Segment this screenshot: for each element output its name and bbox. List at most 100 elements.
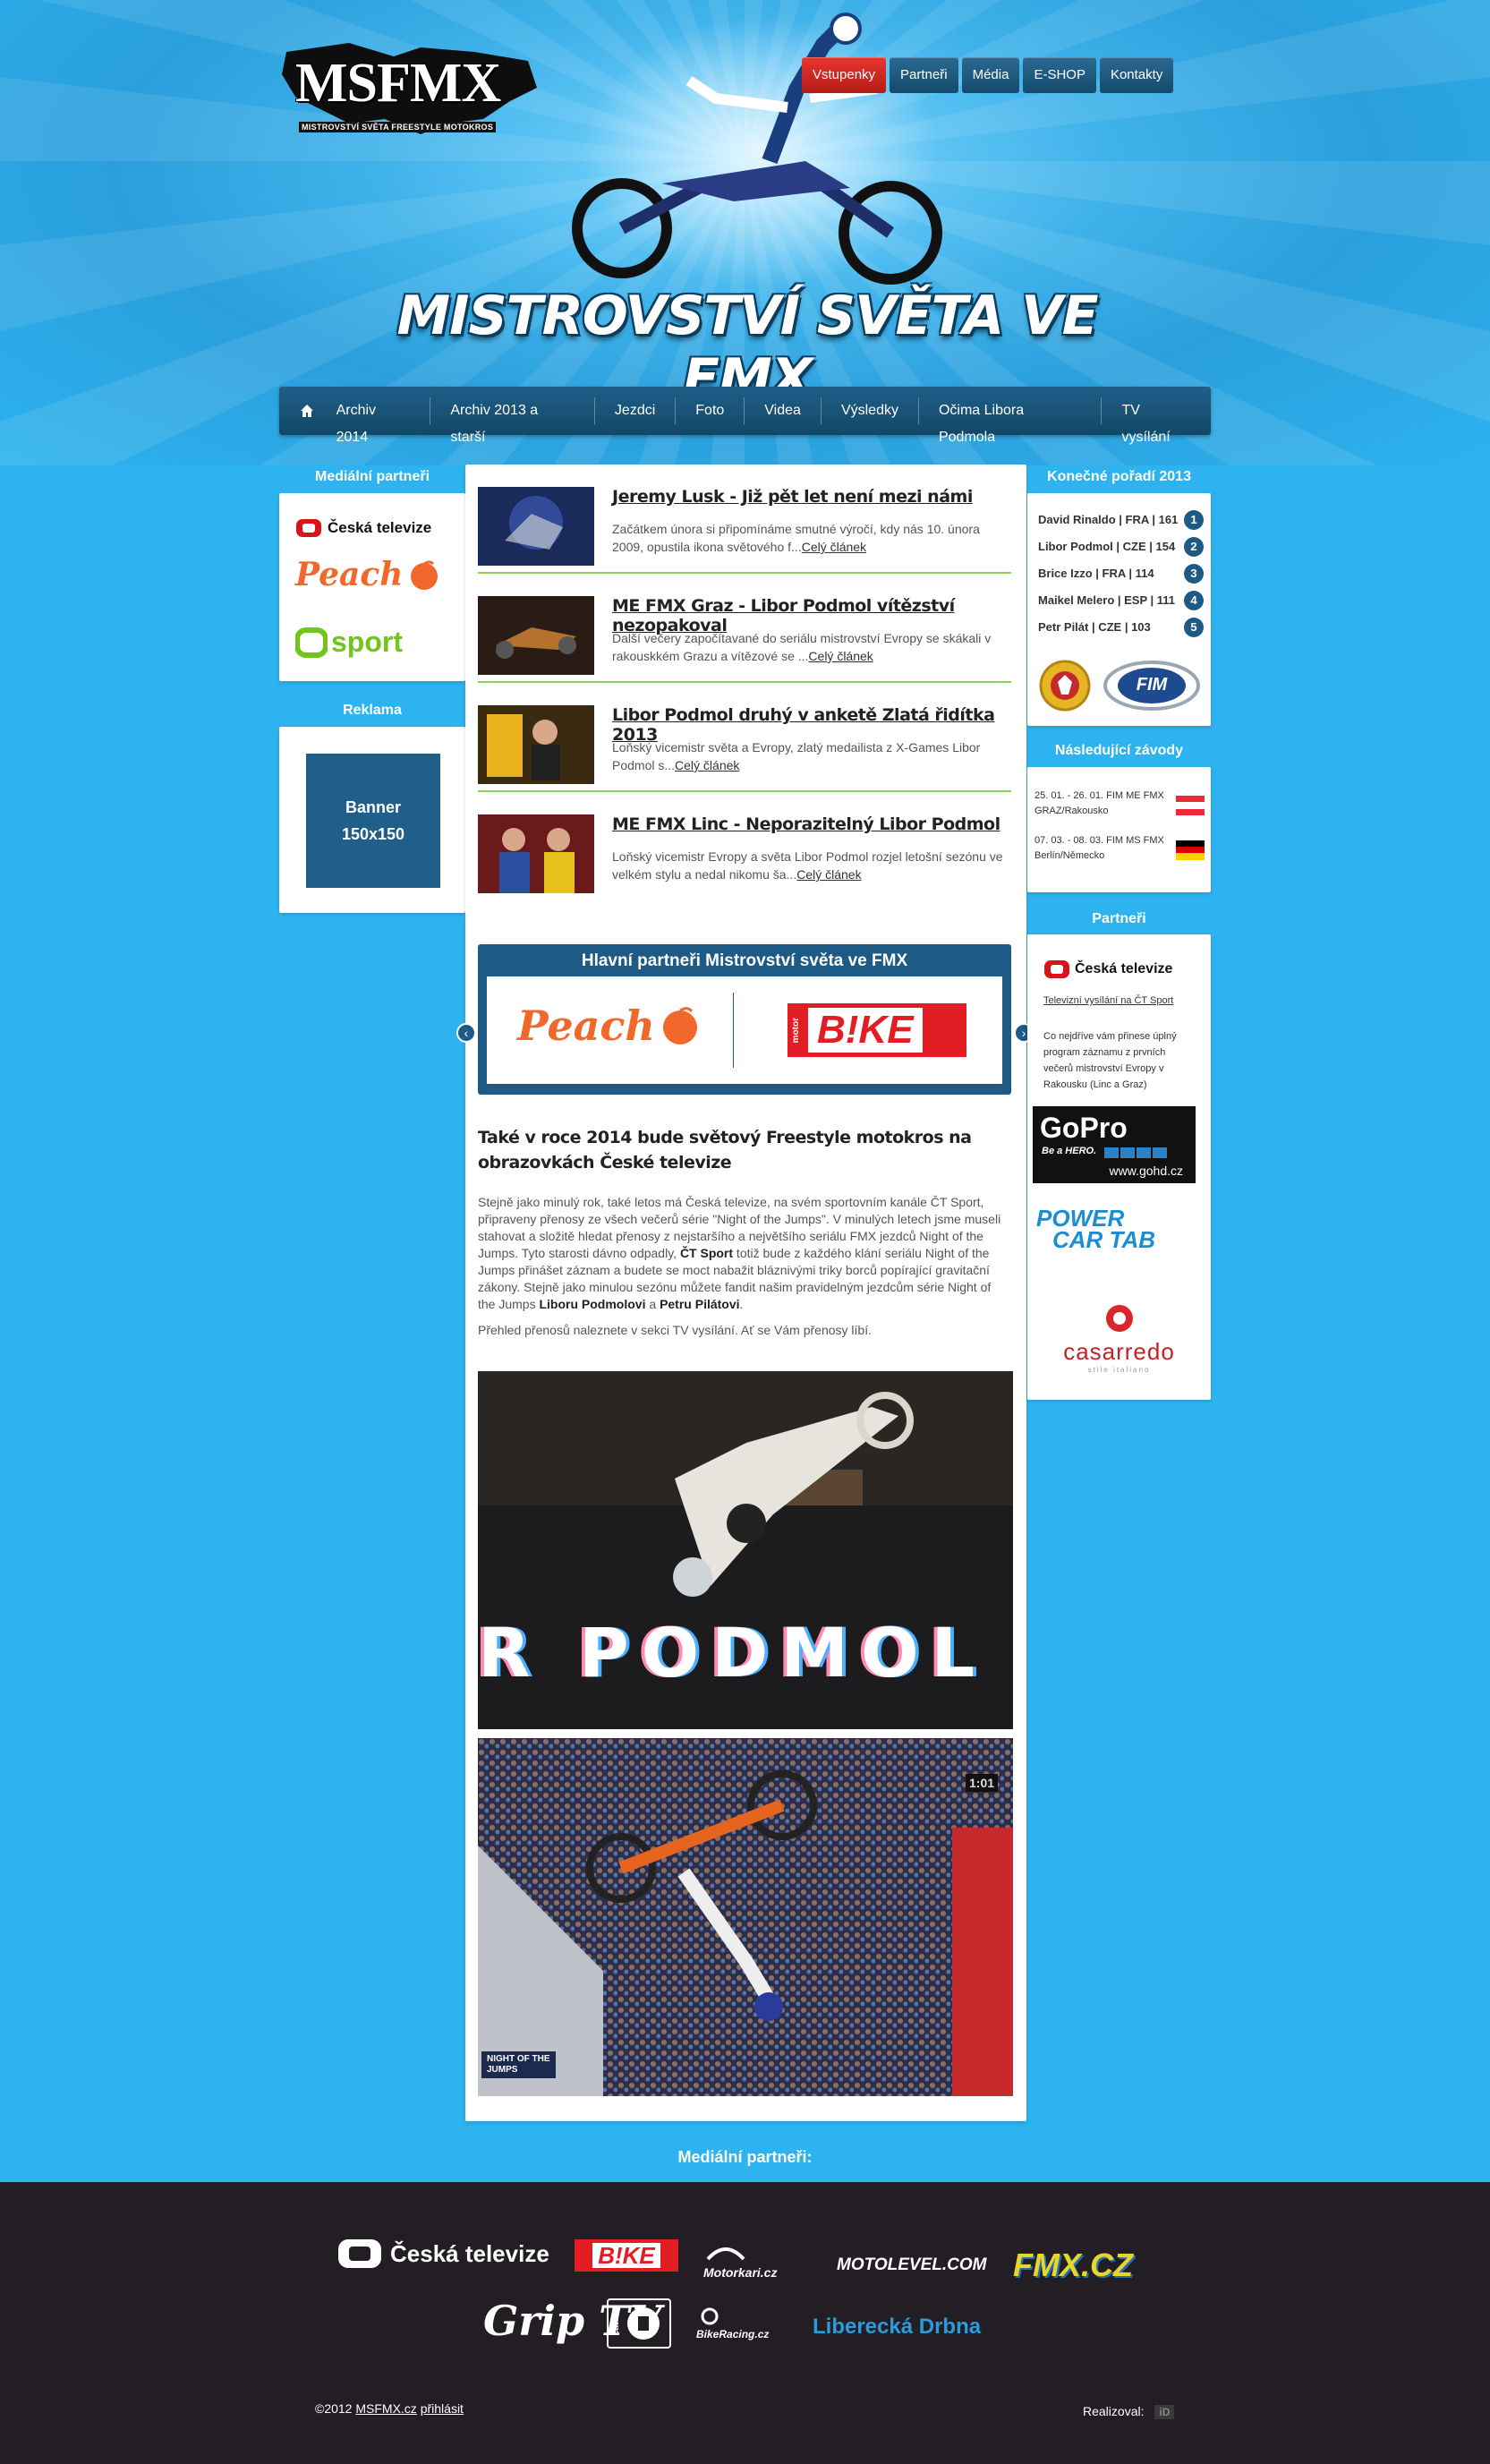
partners-panel: Česká televize Televizní vysílání na ČT … bbox=[1027, 934, 1211, 1400]
main-content: Jeremy Lusk - Již pět let není mezi námi… bbox=[456, 465, 1034, 2121]
gopro-logo[interactable]: GoPro Be a HERO. www.gohd.cz bbox=[1033, 1106, 1196, 1183]
ct-sport-logo[interactable]: sport bbox=[295, 626, 403, 659]
ct-footer-logo[interactable]: Česká televize bbox=[336, 2238, 549, 2270]
partners-heading: Partneři bbox=[1092, 911, 1146, 926]
powercartab-logo[interactable]: POWER CAR TAB bbox=[1036, 1206, 1155, 1251]
read-more-link[interactable]: Celý článek bbox=[675, 758, 739, 772]
nav-tickets[interactable]: Vstupenky bbox=[802, 57, 887, 93]
ranking-row[interactable]: David Rinaldo | FRA | 161 1 bbox=[1038, 510, 1204, 530]
nav-videos[interactable]: Videa bbox=[745, 397, 822, 424]
main-partners-carousel: Hlavní partneři Mistrovství světa ve FMX… bbox=[478, 944, 1011, 1095]
news-item: Jeremy Lusk - Již pět let není mezi námi… bbox=[478, 465, 1011, 574]
ranking-row[interactable]: Petr Pilát | CZE | 103 5 bbox=[1038, 618, 1204, 637]
read-more-link[interactable]: Celý článek bbox=[802, 540, 866, 554]
nav-riders[interactable]: Jezdci bbox=[595, 397, 677, 424]
news-excerpt: Loňský vicemistr Evropy a světa Libor Po… bbox=[612, 849, 1003, 882]
news-thumbnail[interactable] bbox=[478, 487, 594, 566]
peach-icon bbox=[411, 560, 438, 590]
races-heading: Následující závody bbox=[1054, 743, 1184, 758]
home-link[interactable]: MSFMX.cz bbox=[355, 2401, 416, 2416]
nav-tv[interactable]: TV vysílání bbox=[1102, 397, 1211, 445]
news-thumbnail[interactable] bbox=[478, 705, 594, 784]
casarredo-icon bbox=[1105, 1305, 1133, 1332]
rank-badge: 1 bbox=[1184, 510, 1204, 530]
banner-placeholder[interactable]: Banner 150x150 bbox=[306, 754, 440, 888]
ranking-row[interactable]: Libor Podmol | CZE | 154 2 bbox=[1038, 537, 1204, 557]
media-partners-heading: Mediální partneři bbox=[314, 469, 430, 484]
fmx-rider-image bbox=[572, 13, 942, 286]
motorkari-icon bbox=[706, 2247, 745, 2261]
news-item: Libor Podmol druhý v anketě Zlatá řidítk… bbox=[478, 683, 1011, 792]
motolevel-logo[interactable]: MOTOLEVEL.COM bbox=[837, 2255, 986, 2275]
top-navigation: Vstupenky Partneři Média E-SHOP Kontakty bbox=[802, 57, 1174, 93]
logo-text: MSFMX bbox=[295, 53, 501, 114]
ranking-panel: David Rinaldo | FRA | 161 1 Libor Podmol … bbox=[1027, 493, 1211, 726]
ct-icon bbox=[338, 2239, 381, 2268]
nav-photo[interactable]: Foto bbox=[676, 397, 745, 424]
catch-logo[interactable]: catch bbox=[607, 2298, 671, 2349]
login-link[interactable]: přihlásit bbox=[421, 2401, 464, 2416]
casarredo-logo[interactable]: casarredo stile italiano bbox=[1027, 1303, 1211, 1374]
austria-flag-icon bbox=[1176, 796, 1205, 815]
ad-heading: Reklama bbox=[343, 703, 402, 718]
news-thumbnail[interactable] bbox=[478, 814, 594, 893]
news-item: ME FMX Linc - Neporazitelný Libor Podmol… bbox=[478, 792, 1011, 901]
rank-badge: 2 bbox=[1184, 537, 1204, 557]
rank-badge: 3 bbox=[1184, 564, 1204, 584]
carousel-divider bbox=[733, 993, 734, 1068]
site-logo[interactable]: MSFMX MISTROVSTVÍ SVĚTA FREESTYLE MOTOKR… bbox=[268, 34, 546, 140]
news-item: ME FMX Graz - Libor Podmol vítězství nez… bbox=[478, 574, 1011, 683]
carousel-prev-button[interactable]: ‹ bbox=[456, 1023, 476, 1043]
nav-podmol-eyes[interactable]: Očima Libora Podmola bbox=[919, 397, 1103, 445]
photo-text: R PODMOL bbox=[478, 1613, 988, 1692]
rank-badge: 5 bbox=[1184, 618, 1204, 637]
bike-footer-logo[interactable]: B!KE bbox=[575, 2239, 678, 2272]
peach-logo[interactable]: Peach bbox=[295, 556, 440, 593]
article-title: Také v roce 2014 bude světový Freestyle … bbox=[478, 1128, 972, 1172]
ranking-heading: Konečné pořadí 2013 bbox=[1047, 469, 1191, 484]
race-row[interactable]: 25. 01. - 26. 01. FIM ME FMX GRAZ/Rakous… bbox=[1034, 789, 1206, 819]
bikeracing-logo[interactable]: BikeRacing.cz bbox=[696, 2307, 769, 2340]
news-excerpt: Loňský vicemistr světa a Evropy, zlatý m… bbox=[612, 740, 981, 772]
nav-contacts[interactable]: Kontakty bbox=[1099, 57, 1174, 93]
footer-media-label: Mediální partneři: bbox=[677, 2148, 813, 2166]
agency-logo[interactable]: iD bbox=[1154, 2405, 1175, 2419]
read-more-link[interactable]: Celý článek bbox=[796, 867, 861, 882]
news-title[interactable]: ME FMX Linc - Neporazitelný Libor Podmol bbox=[612, 814, 1000, 834]
nav-partners[interactable]: Partneři bbox=[890, 57, 958, 93]
footer-copyright: ©2012 MSFMX.cz přihlásit bbox=[315, 2401, 464, 2416]
footer: Česká televize B!KE Motorkari.cz MOTOLEV… bbox=[0, 2182, 1490, 2464]
nav-eshop[interactable]: E-SHOP bbox=[1023, 57, 1096, 93]
home-icon[interactable] bbox=[297, 401, 317, 421]
ceska-televize-logo[interactable]: Česká televize bbox=[1043, 959, 1172, 979]
race-row[interactable]: 07. 03. - 08. 03. FIM MS FMX Berlín/Něme… bbox=[1034, 833, 1206, 864]
races-panel: 25. 01. - 26. 01. FIM ME FMX GRAZ/Rakous… bbox=[1027, 767, 1211, 892]
main-navigation: Archiv 2014 Archiv 2013 a starší Jezdci … bbox=[279, 387, 1211, 445]
news-title[interactable]: Jeremy Lusk - Již pět let není mezi námi bbox=[612, 487, 973, 507]
nav-archive-2013[interactable]: Archiv 2013 a starší bbox=[430, 397, 595, 445]
article-paragraph: Přehled přenosů naleznete v sekci TV vys… bbox=[478, 1323, 872, 1337]
bike-partner-logo[interactable]: motor B!KE bbox=[788, 1003, 966, 1057]
nav-media[interactable]: Média bbox=[961, 57, 1020, 93]
nav-results[interactable]: Výsledky bbox=[822, 397, 919, 424]
article-paragraph: Stejně jako minulý rok, také letos má Če… bbox=[478, 1195, 1001, 1311]
nav-archive-2014[interactable]: Archiv 2014 bbox=[317, 397, 431, 445]
footer-made-by: Realizoval: iD bbox=[1083, 2404, 1175, 2419]
ranking-row[interactable]: Brice Izzo | FRA | 114 3 bbox=[1038, 564, 1204, 584]
fmxcz-logo[interactable]: FMX.CZ bbox=[1013, 2247, 1133, 2284]
liberecka-drbna-logo[interactable]: Liberecká Drbna bbox=[813, 2315, 981, 2340]
article-photo-1[interactable]: R PODMOL bbox=[478, 1371, 1013, 1729]
main-partners-title: Hlavní partneři Mistrovství světa ve FMX bbox=[581, 951, 908, 970]
ceska-televize-logo[interactable]: Česká televize bbox=[295, 518, 431, 538]
read-more-link[interactable]: Celý článek bbox=[808, 649, 873, 663]
article-photo-2[interactable]: 1:01 NIGHT OF THE JUMPS bbox=[478, 1738, 1013, 2096]
gopro-squares bbox=[1104, 1147, 1167, 1158]
media-partners-panel: Česká televize Peach sport bbox=[279, 493, 465, 681]
motorkari-logo[interactable]: Motorkari.cz bbox=[703, 2239, 777, 2280]
article-body: Stejně jako minulý rok, také letos má Če… bbox=[478, 1194, 1011, 1348]
peach-partner-logo[interactable]: Peach bbox=[517, 1002, 700, 1050]
news-thumbnail[interactable] bbox=[478, 596, 594, 675]
news-excerpt: Začátkem února si připomínáme smutné výr… bbox=[612, 522, 980, 554]
ranking-row[interactable]: Maikel Melero | ESP | 111 4 bbox=[1038, 591, 1204, 610]
ct-sport-link[interactable]: Televizní vysílání na ČT Sport bbox=[1043, 995, 1173, 1006]
